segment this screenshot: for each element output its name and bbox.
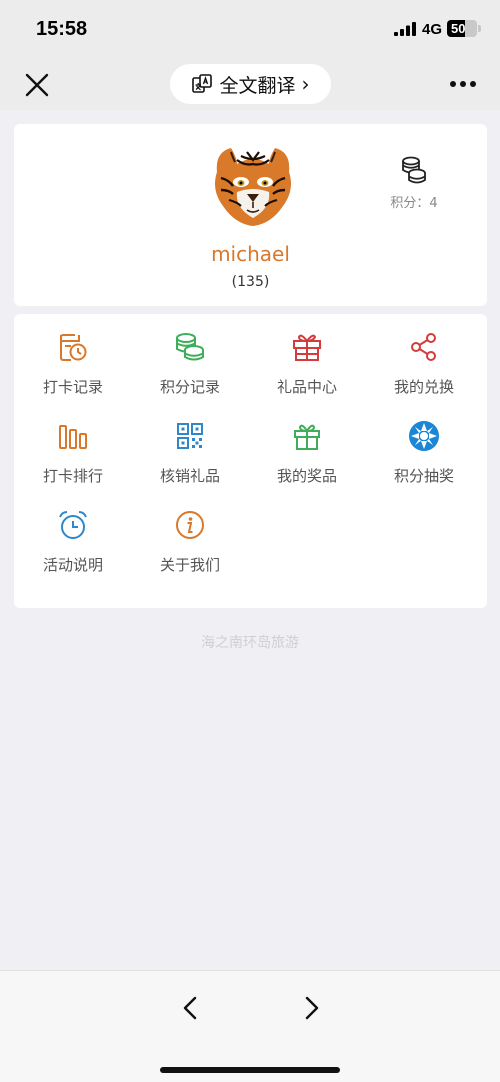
checkin-record-icon: [60, 334, 87, 361]
chevron-right-icon[interactable]: [296, 993, 326, 1023]
qrcode-icon: [177, 423, 203, 449]
menu-item-label: 打卡记录: [42, 378, 103, 396]
translate-button[interactable]: 全文翻译 ›: [170, 64, 331, 104]
translate-icon: [192, 74, 213, 93]
tiger-avatar-image: [207, 138, 299, 230]
menu-item-label: 活动说明: [42, 556, 103, 574]
menu-item-label: 积分抽奖: [393, 467, 454, 485]
menu-item-checkin-ranking[interactable]: 打卡排行: [14, 420, 132, 500]
points-record-icon: [176, 333, 204, 361]
menu-item-label: 关于我们: [159, 556, 220, 574]
menu-item-points-lottery[interactable]: 积分抽奖: [365, 420, 483, 500]
more-options-button[interactable]: [446, 72, 480, 96]
menu-item-label: 我的兑换: [393, 378, 454, 396]
menu-item-label: 打卡排行: [42, 467, 103, 485]
points-label: 积分：4: [390, 196, 438, 211]
gift-center-icon: [293, 334, 321, 361]
signal-icon: [394, 22, 416, 36]
menu-item-my-exchange[interactable]: 我的兑换: [365, 331, 483, 411]
prize-icon: [294, 424, 320, 450]
menu-card: 打卡记录 积分记录 礼品中心 我的兑换 打卡排行 核销礼品 我的奖品 积分抽奖 …: [14, 314, 487, 608]
user-count: (135): [231, 274, 270, 290]
dot-icon: [470, 81, 476, 87]
points-block[interactable]: 积分：4: [380, 156, 448, 211]
chevron-left-icon[interactable]: [176, 993, 206, 1023]
home-indicator[interactable]: [160, 1067, 340, 1073]
ranking-icon: [59, 425, 87, 449]
status-time: 15:58: [36, 18, 88, 40]
battery-tip: [478, 25, 481, 32]
menu-item-gift-center[interactable]: 礼品中心: [248, 331, 366, 411]
status-bar: 15:58 4G 50: [0, 0, 500, 58]
dot-icon: [460, 81, 466, 87]
share-icon: [411, 333, 436, 361]
battery-icon: 50: [447, 20, 477, 37]
bottom-toolbar: [0, 970, 500, 1082]
footer-text: 海之南环岛旅游: [201, 635, 299, 651]
menu-item-label: 核销礼品: [159, 467, 220, 485]
menu-item-verify-gift[interactable]: 核销礼品: [131, 420, 249, 500]
lottery-wheel-icon: [409, 421, 439, 451]
chevron-right-icon: ›: [301, 72, 310, 96]
profile-card: michael (135) 积分：4: [14, 124, 487, 306]
menu-item-label: 我的奖品: [276, 467, 337, 485]
menu-item-activity-description[interactable]: 活动说明: [14, 509, 132, 589]
coins-stack-icon: [402, 156, 426, 184]
battery-level: 50: [451, 21, 466, 36]
menu-item-checkin-record[interactable]: 打卡记录: [14, 331, 132, 411]
avatar[interactable]: [207, 138, 299, 230]
menu-item-label: 礼品中心: [276, 378, 337, 396]
translate-label: 全文翻译: [219, 74, 296, 97]
username: michael: [211, 242, 290, 266]
close-icon[interactable]: [22, 70, 52, 100]
dot-icon: [450, 81, 456, 87]
menu-item-points-record[interactable]: 积分记录: [131, 331, 249, 411]
nav-bar: 全文翻译 ›: [0, 58, 500, 110]
menu-item-about-us[interactable]: 关于我们: [131, 509, 249, 589]
menu-item-label: 积分记录: [159, 378, 220, 396]
menu-item-my-prizes[interactable]: 我的奖品: [248, 420, 366, 500]
network-type: 4G: [422, 21, 443, 38]
info-icon: [176, 511, 204, 539]
alarm-clock-icon: [59, 511, 87, 539]
